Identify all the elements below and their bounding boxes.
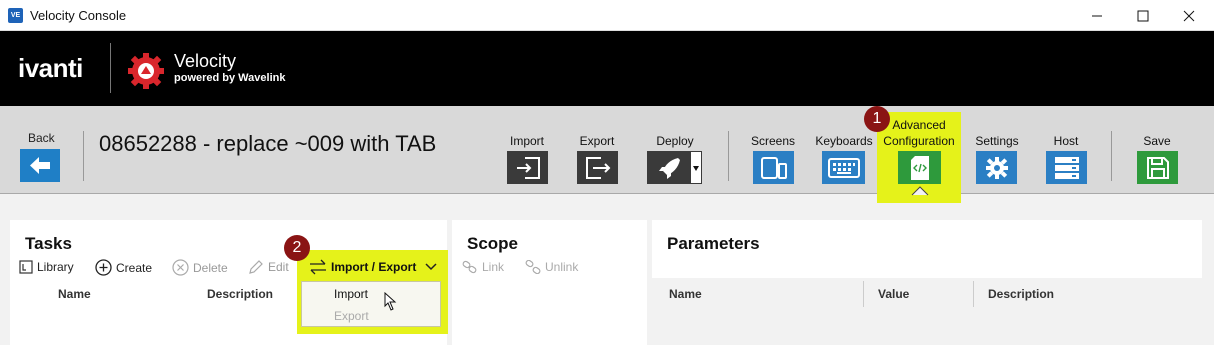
import-label: Import	[509, 134, 544, 148]
column-divider	[863, 281, 864, 307]
import-button[interactable]	[507, 151, 548, 184]
deploy-button[interactable]	[647, 151, 690, 184]
floppy-disk-icon	[1146, 156, 1169, 179]
export-label: Export	[579, 134, 615, 148]
import-export-dropdown[interactable]: Import / Export	[309, 259, 438, 275]
import-icon	[516, 156, 540, 179]
tasks-column-description: Description	[207, 287, 274, 301]
close-button[interactable]	[1166, 0, 1212, 31]
delete-action[interactable]: Delete	[172, 259, 228, 276]
link-label: Link	[482, 260, 505, 274]
code-file-icon	[910, 155, 929, 180]
delete-label: Delete	[193, 260, 228, 275]
product-name: Velocity	[174, 51, 237, 71]
swap-arrows-icon	[310, 259, 326, 275]
save-label: Save	[1143, 134, 1171, 148]
step-1-callout: 1	[864, 106, 890, 132]
server-icon	[1054, 156, 1079, 179]
deploy-dropdown-button[interactable]	[690, 151, 702, 184]
scope-title: Scope	[467, 234, 519, 253]
brand-divider	[110, 43, 111, 93]
velocity-gear-icon	[128, 53, 164, 89]
link-action[interactable]: Link	[462, 260, 504, 274]
brand-header: ivanti Velocity powered by Wavelink	[0, 31, 1214, 106]
maximize-icon	[1137, 10, 1149, 21]
unlink-action[interactable]: Unlink	[525, 260, 578, 274]
export-button[interactable]	[577, 151, 618, 184]
column-divider	[973, 281, 974, 307]
product-tagline: powered by Wavelink	[174, 72, 286, 84]
settings-label: Settings	[975, 134, 1019, 148]
menu-item-export[interactable]: Export	[302, 305, 440, 327]
keyboard-icon	[827, 157, 860, 178]
advanced-label-1: Advanced	[892, 118, 946, 132]
parameters-column-description: Description	[988, 287, 1055, 301]
rocket-icon	[658, 157, 680, 179]
back-label: Back	[28, 131, 55, 145]
app-icon: VE	[8, 8, 23, 23]
create-label: Create	[116, 260, 153, 275]
advanced-configuration-button[interactable]	[898, 151, 941, 184]
advanced-label-2: Configuration	[883, 134, 955, 148]
chevron-down-icon	[425, 263, 437, 271]
create-action[interactable]: Create	[95, 259, 152, 276]
deploy-label: Deploy	[656, 134, 694, 148]
arrow-left-icon	[30, 157, 50, 174]
back-button[interactable]	[20, 149, 60, 182]
toolbar: Back 08652288 - replace ~009 with TAB Im…	[0, 106, 1214, 194]
screens-button[interactable]	[753, 151, 794, 184]
parameters-column-name: Name	[669, 287, 702, 301]
step-2-callout: 2	[284, 235, 310, 261]
selected-caret-icon	[911, 186, 929, 196]
host-button[interactable]	[1046, 151, 1087, 184]
parameters-column-value: Value	[878, 287, 910, 301]
import-export-menu: Import Export	[301, 281, 441, 327]
export-icon	[585, 156, 610, 179]
host-label: Host	[1053, 134, 1079, 148]
tasks-column-name: Name	[58, 287, 91, 301]
project-title: 08652288 - replace ~009 with TAB	[99, 131, 437, 156]
parameters-title: Parameters	[667, 234, 760, 253]
tasks-title: Tasks	[25, 234, 72, 253]
minimize-button[interactable]	[1074, 0, 1120, 31]
caret-down-icon	[693, 166, 699, 171]
maximize-button[interactable]	[1120, 0, 1166, 31]
library-action[interactable]: Library	[19, 260, 74, 274]
devices-icon	[760, 156, 787, 179]
settings-button[interactable]	[976, 151, 1017, 184]
pencil-icon	[249, 260, 263, 274]
link-icon	[462, 260, 477, 274]
minimize-icon	[1092, 15, 1102, 16]
import-export-label: Import / Export	[331, 260, 417, 274]
gear-icon	[985, 156, 1008, 179]
ivanti-logo: ivanti	[18, 53, 83, 83]
delete-circle-icon	[172, 259, 189, 276]
window-title: Velocity Console	[30, 8, 127, 23]
library-icon	[19, 260, 33, 274]
unlink-icon	[525, 260, 541, 274]
mouse-cursor-icon	[384, 292, 397, 311]
save-button[interactable]	[1137, 151, 1178, 184]
screens-label: Screens	[750, 134, 796, 148]
library-label: Library	[37, 260, 74, 274]
menu-item-import[interactable]: Import	[302, 283, 440, 305]
window-titlebar: VE Velocity Console	[0, 0, 1214, 31]
toolbar-divider	[1111, 131, 1112, 181]
edit-label: Edit	[268, 260, 289, 274]
toolbar-divider	[83, 131, 84, 181]
toolbar-divider	[728, 131, 729, 181]
edit-action[interactable]: Edit	[248, 259, 289, 275]
close-icon	[1183, 10, 1195, 21]
keyboards-button[interactable]	[822, 151, 865, 184]
unlink-label: Unlink	[545, 260, 579, 274]
keyboards-label: Keyboards	[815, 134, 873, 148]
plus-circle-icon	[95, 259, 112, 276]
